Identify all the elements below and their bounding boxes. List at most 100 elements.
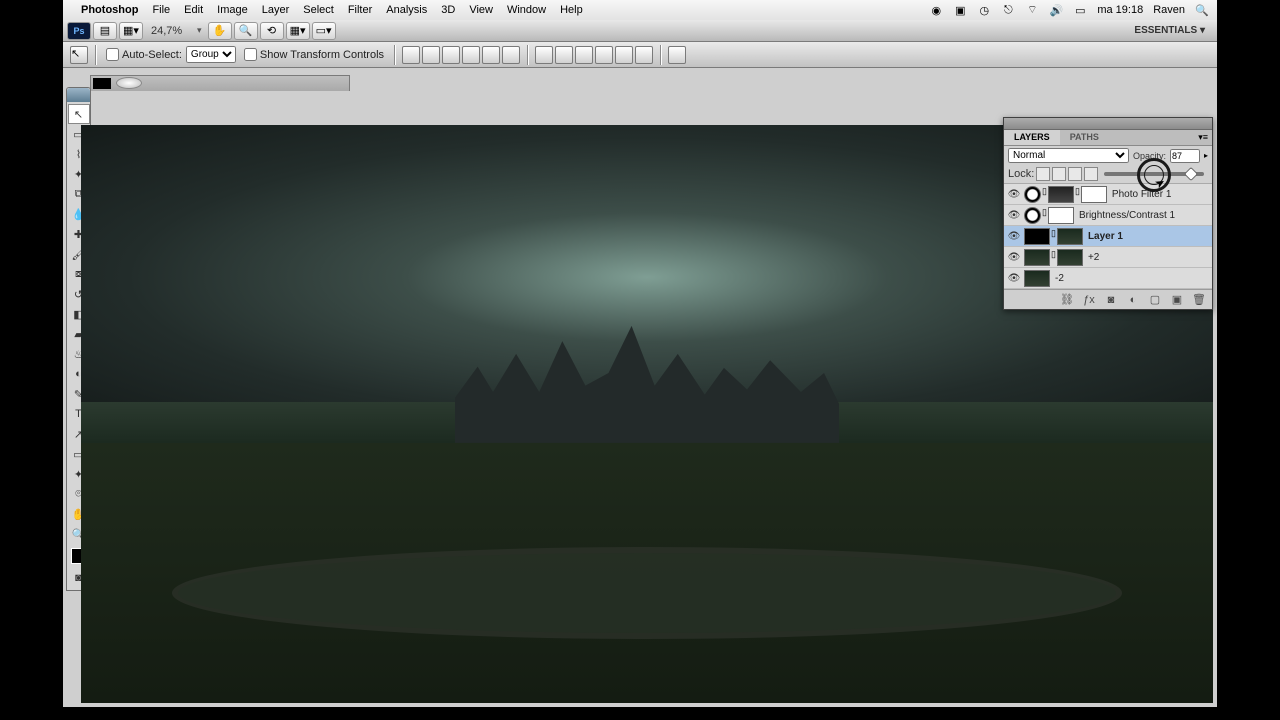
mask-thumbnail[interactable] <box>1081 186 1107 203</box>
layer-name[interactable]: -2 <box>1055 273 1064 284</box>
user-name[interactable]: Raven <box>1153 4 1185 16</box>
add-mask-icon[interactable]: ◙ <box>1104 293 1118 307</box>
status-icon-bluetooth[interactable]: ⎋ <box>1001 3 1015 17</box>
rotate-view-icon[interactable]: ⟲ <box>260 22 284 40</box>
document-tab[interactable] <box>93 78 111 89</box>
new-group-icon[interactable]: ▢ <box>1148 293 1162 307</box>
launch-bridge-icon[interactable]: ▤ <box>93 22 117 40</box>
mask-thumbnail[interactable] <box>1024 228 1050 245</box>
layer-name[interactable]: Brightness/Contrast 1 <box>1079 210 1175 221</box>
new-adjustment-icon[interactable]: ◐ <box>1126 293 1140 307</box>
menu-3d[interactable]: 3D <box>441 4 455 16</box>
layer-name[interactable]: +2 <box>1088 252 1099 263</box>
menu-file[interactable]: File <box>152 4 170 16</box>
visibility-icon[interactable]: 👁 <box>1007 229 1021 243</box>
opacity-slider[interactable] <box>1104 172 1204 176</box>
status-icon-timemachine[interactable]: ◷ <box>977 3 991 17</box>
workspace-switcher[interactable]: ESSENTIALS ▾ <box>1134 25 1213 36</box>
layer-thumbnail[interactable] <box>1024 270 1050 287</box>
status-icon-2[interactable]: ▣ <box>953 3 967 17</box>
layer-row[interactable]: 👁 ▯ +2 <box>1004 247 1212 268</box>
distribute-bottom-icon[interactable] <box>575 46 593 64</box>
link-layers-icon[interactable]: ⛓ <box>1060 293 1074 307</box>
spotlight-icon[interactable]: 🔍 <box>1195 3 1209 17</box>
delete-layer-icon[interactable]: 🗑 <box>1192 293 1206 307</box>
document-tab-bar <box>90 75 350 91</box>
auto-select-checkbox[interactable]: Auto-Select: <box>106 48 182 61</box>
align-right-icon[interactable] <box>502 46 520 64</box>
auto-align-icon[interactable] <box>668 46 686 64</box>
adjustment-icon[interactable] <box>1024 207 1041 224</box>
move-tool-icon[interactable]: ↖ <box>68 104 90 124</box>
panel-titlebar[interactable] <box>1004 118 1212 130</box>
slider-thumb[interactable] <box>1184 167 1198 181</box>
layer-thumbnail[interactable] <box>1024 249 1050 266</box>
blend-mode-dropdown[interactable]: Normal <box>1008 148 1129 163</box>
layer-row[interactable]: 👁 ▯▯ Photo Filter 1 <box>1004 184 1212 205</box>
lock-position-icon[interactable] <box>1068 167 1082 181</box>
distribute-left-icon[interactable] <box>595 46 613 64</box>
visibility-icon[interactable]: 👁 <box>1007 208 1021 222</box>
wifi-icon[interactable]: ⌔ <box>1025 3 1039 17</box>
layer-row[interactable]: 👁 ▯ Brightness/Contrast 1 <box>1004 205 1212 226</box>
lock-transparent-icon[interactable] <box>1036 167 1050 181</box>
auto-select-dropdown[interactable]: Group <box>186 46 236 63</box>
visibility-icon[interactable]: 👁 <box>1007 271 1021 285</box>
layer-style-icon[interactable]: ƒx <box>1082 293 1096 307</box>
document-tab-2[interactable] <box>116 77 142 89</box>
separator <box>660 45 661 65</box>
menu-analysis[interactable]: Analysis <box>386 4 427 16</box>
distribute-top-icon[interactable] <box>535 46 553 64</box>
visibility-icon[interactable]: 👁 <box>1007 250 1021 264</box>
hand-tool-icon[interactable]: ✋ <box>208 22 232 40</box>
visibility-icon[interactable]: 👁 <box>1007 187 1021 201</box>
tab-paths[interactable]: PATHS <box>1060 130 1109 145</box>
layer-row[interactable]: 👁 -2 <box>1004 268 1212 289</box>
screen-mode-icon[interactable]: ▭▾ <box>312 22 336 40</box>
clock[interactable]: ma 19:18 <box>1097 4 1143 16</box>
battery-icon[interactable]: ▭ <box>1073 3 1087 17</box>
ps-logo-icon[interactable]: Ps <box>67 22 91 40</box>
lock-pixels-icon[interactable] <box>1052 167 1066 181</box>
align-hcenter-icon[interactable] <box>482 46 500 64</box>
zoom-dropdown-icon[interactable]: ▾ <box>197 25 202 36</box>
adjustment-icon[interactable] <box>1024 186 1041 203</box>
lock-all-icon[interactable] <box>1084 167 1098 181</box>
opacity-input[interactable] <box>1170 149 1200 163</box>
zoom-tool-icon[interactable]: 🔍 <box>234 22 258 40</box>
align-top-icon[interactable] <box>402 46 420 64</box>
menu-view[interactable]: View <box>469 4 493 16</box>
opacity-dropdown-icon[interactable]: ▸ <box>1204 151 1208 160</box>
volume-icon[interactable]: 🔊 <box>1049 3 1063 17</box>
tab-layers[interactable]: LAYERS <box>1004 130 1060 145</box>
layer-thumbnail[interactable] <box>1057 249 1083 266</box>
show-transform-checkbox[interactable]: Show Transform Controls <box>244 48 384 61</box>
align-vcenter-icon[interactable] <box>422 46 440 64</box>
layer-row[interactable]: 👁 ▯ Layer 1 <box>1004 226 1212 247</box>
menu-edit[interactable]: Edit <box>184 4 203 16</box>
layer-thumbnail[interactable] <box>1048 186 1074 203</box>
status-icon-1[interactable]: ◉ <box>929 3 943 17</box>
app-name[interactable]: Photoshop <box>81 4 138 16</box>
new-layer-icon[interactable]: ▣ <box>1170 293 1184 307</box>
move-tool-preset-icon[interactable]: ↖ <box>70 46 88 64</box>
menu-layer[interactable]: Layer <box>262 4 290 16</box>
layer-thumbnail[interactable] <box>1057 228 1083 245</box>
arrange-documents-icon[interactable]: ▦▾ <box>286 22 310 40</box>
panel-menu-icon[interactable]: ▾≡ <box>1194 130 1212 145</box>
distribute-right-icon[interactable] <box>635 46 653 64</box>
distribute-hcenter-icon[interactable] <box>615 46 633 64</box>
menu-help[interactable]: Help <box>560 4 583 16</box>
menu-image[interactable]: Image <box>217 4 248 16</box>
align-left-icon[interactable] <box>462 46 480 64</box>
menu-select[interactable]: Select <box>303 4 334 16</box>
align-bottom-icon[interactable] <box>442 46 460 64</box>
view-extras-icon[interactable]: ▦▾ <box>119 22 143 40</box>
distribute-vcenter-icon[interactable] <box>555 46 573 64</box>
zoom-level[interactable]: 24,7% <box>151 25 191 37</box>
mask-thumbnail[interactable] <box>1048 207 1074 224</box>
menu-window[interactable]: Window <box>507 4 546 16</box>
menu-filter[interactable]: Filter <box>348 4 372 16</box>
layer-name[interactable]: Layer 1 <box>1088 231 1123 242</box>
layer-name[interactable]: Photo Filter 1 <box>1112 189 1171 200</box>
